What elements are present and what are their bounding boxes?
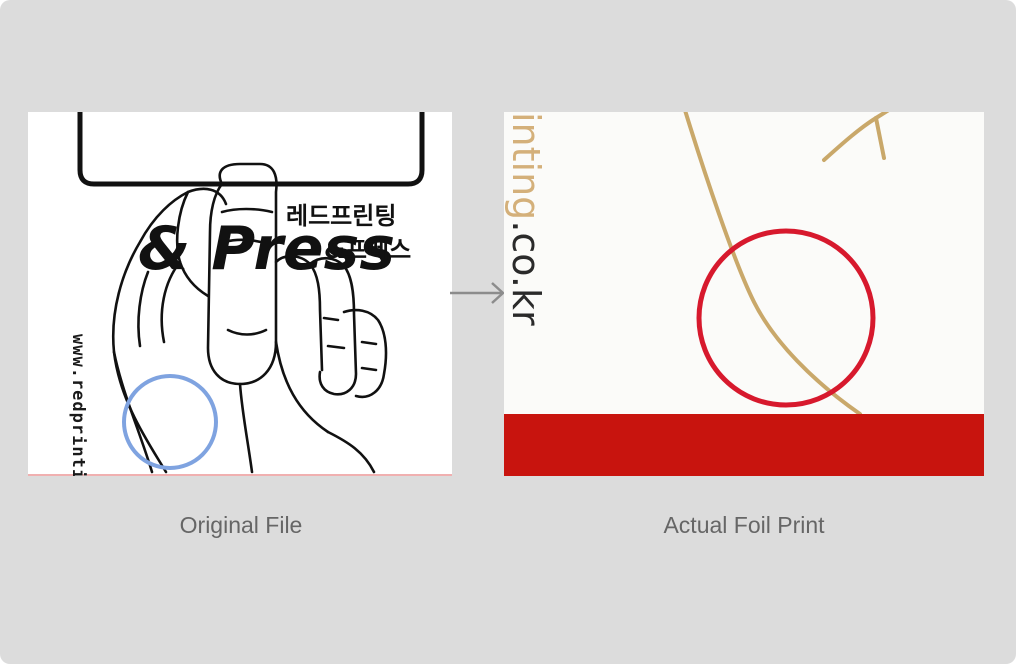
korean-brand-line-2: &프레스	[324, 236, 412, 264]
vertical-url-text: www.redprinting.co.kr	[68, 334, 88, 476]
foil-print-photo: inting.co.kr	[504, 112, 984, 476]
comparison-card: & Press 레드프린팅 &프레스 www.redprinting.co.kr…	[0, 0, 1016, 664]
right-arrow-icon	[450, 282, 505, 304]
hand-illustration	[28, 112, 452, 476]
caption-actual-foil-print: Actual Foil Print	[663, 512, 825, 538]
vertical-photo-text: inting.co.kr	[504, 112, 548, 326]
foil-text-dark: .co.kr	[504, 220, 548, 326]
caption-original-file: Original File	[179, 512, 303, 538]
korean-brand-line-1: 레드프린팅	[286, 202, 397, 230]
red-print-strip	[504, 414, 984, 476]
foil-text-gold: inting	[504, 112, 548, 221]
original-file-image: & Press 레드프린팅 &프레스 www.redprinting.co.kr	[28, 112, 452, 476]
